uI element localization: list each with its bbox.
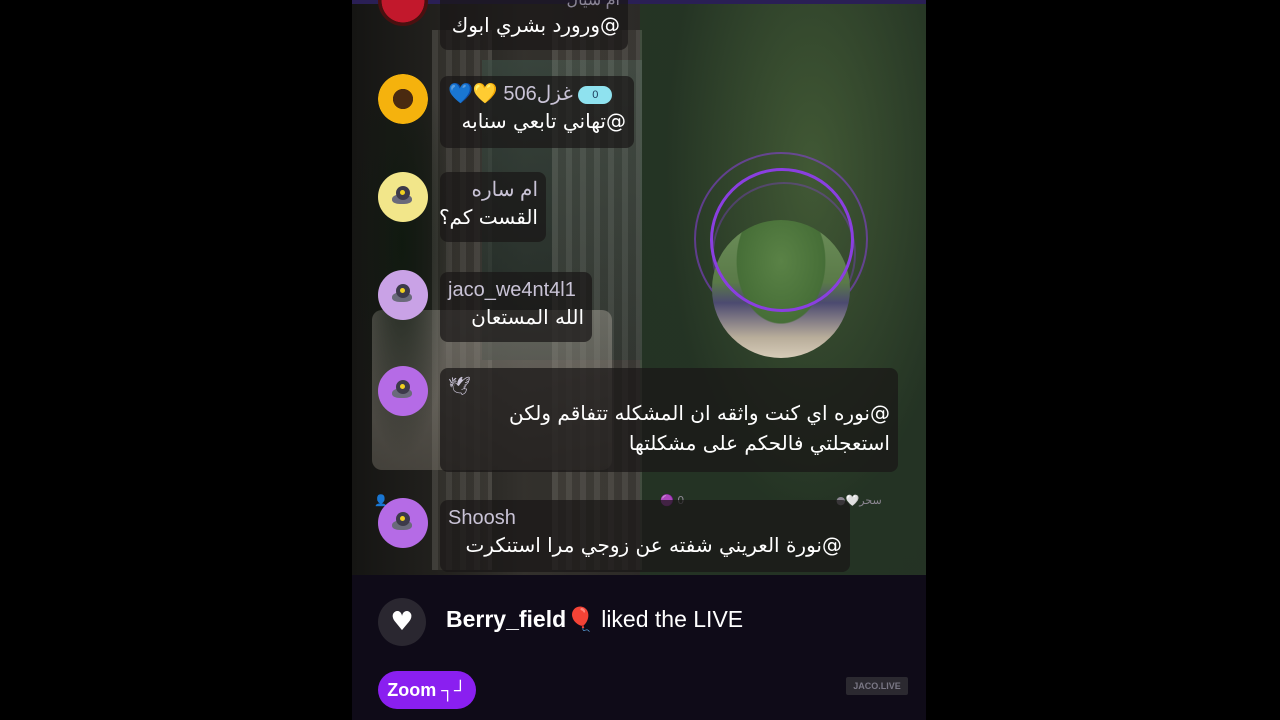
chat-text: @نورة العريني شفته عن زوجي مرا استنكرت xyxy=(465,533,842,557)
chat-message: 🕊 @نوره اي كنت واثقه ان المشكله تتفاقم و… xyxy=(440,368,898,472)
activity-action: liked the LIVE xyxy=(601,606,744,632)
avatar[interactable] xyxy=(378,270,428,320)
chat-username: ام سيال xyxy=(566,0,620,9)
heart-icon: ♥ xyxy=(378,598,426,646)
chat-username: jaco_we4nt4l1 xyxy=(448,279,576,301)
bird-icon xyxy=(392,378,414,402)
avatar[interactable] xyxy=(378,74,428,124)
app-watermark: JACO.LIVE xyxy=(846,677,908,695)
chat-username: غزل506 xyxy=(503,83,573,105)
activity-username: Berry_field xyxy=(446,606,567,632)
chat-username: ام ساره xyxy=(471,179,538,201)
zoom-button[interactable]: Zoom ┐┘ xyxy=(378,671,476,709)
hearts-icon: 💛💙 xyxy=(448,83,498,105)
chat-text: الله المستعان xyxy=(471,305,584,329)
bird-icon xyxy=(392,510,414,534)
chat-text: @ورورد بشري ابوك xyxy=(451,13,620,37)
avatar[interactable] xyxy=(378,172,428,222)
chat-username: Shoosh xyxy=(448,507,516,529)
chat-text: @نوره اي كنت واثقه ان المشكله تتفاقم ولك… xyxy=(509,401,890,455)
guest-speaking-ring xyxy=(710,168,854,312)
chat-message: jaco_we4nt4l1 الله المستعان xyxy=(440,272,592,342)
avatar[interactable] xyxy=(378,366,428,416)
zoom-corner-icon: ┐┘ xyxy=(441,680,467,700)
chat-message: 0 غزل506 💛💙 @تهاني تابعي سنابه xyxy=(440,76,634,148)
level-badge: 0 xyxy=(578,85,613,104)
chat-text: القست كم؟ xyxy=(438,205,538,229)
bird-icon xyxy=(392,282,414,306)
bird-icon xyxy=(392,184,414,208)
balloon-icon: 🎈 xyxy=(566,606,595,632)
chat-text: @تهاني تابعي سنابه xyxy=(461,109,626,133)
chat-message: ام سيال @ورورد بشري ابوك xyxy=(440,0,628,50)
avatar[interactable] xyxy=(378,498,428,548)
chat-message: ام ساره القست كم؟ xyxy=(438,172,546,242)
dove-icon: 🕊 xyxy=(448,376,471,396)
live-stream-view: ام سيال @ورورد بشري ابوك 0 غزل506 💛💙 @ته… xyxy=(352,0,926,720)
chat-message: Shoosh @نورة العريني شفته عن زوجي مرا اس… xyxy=(440,500,850,572)
